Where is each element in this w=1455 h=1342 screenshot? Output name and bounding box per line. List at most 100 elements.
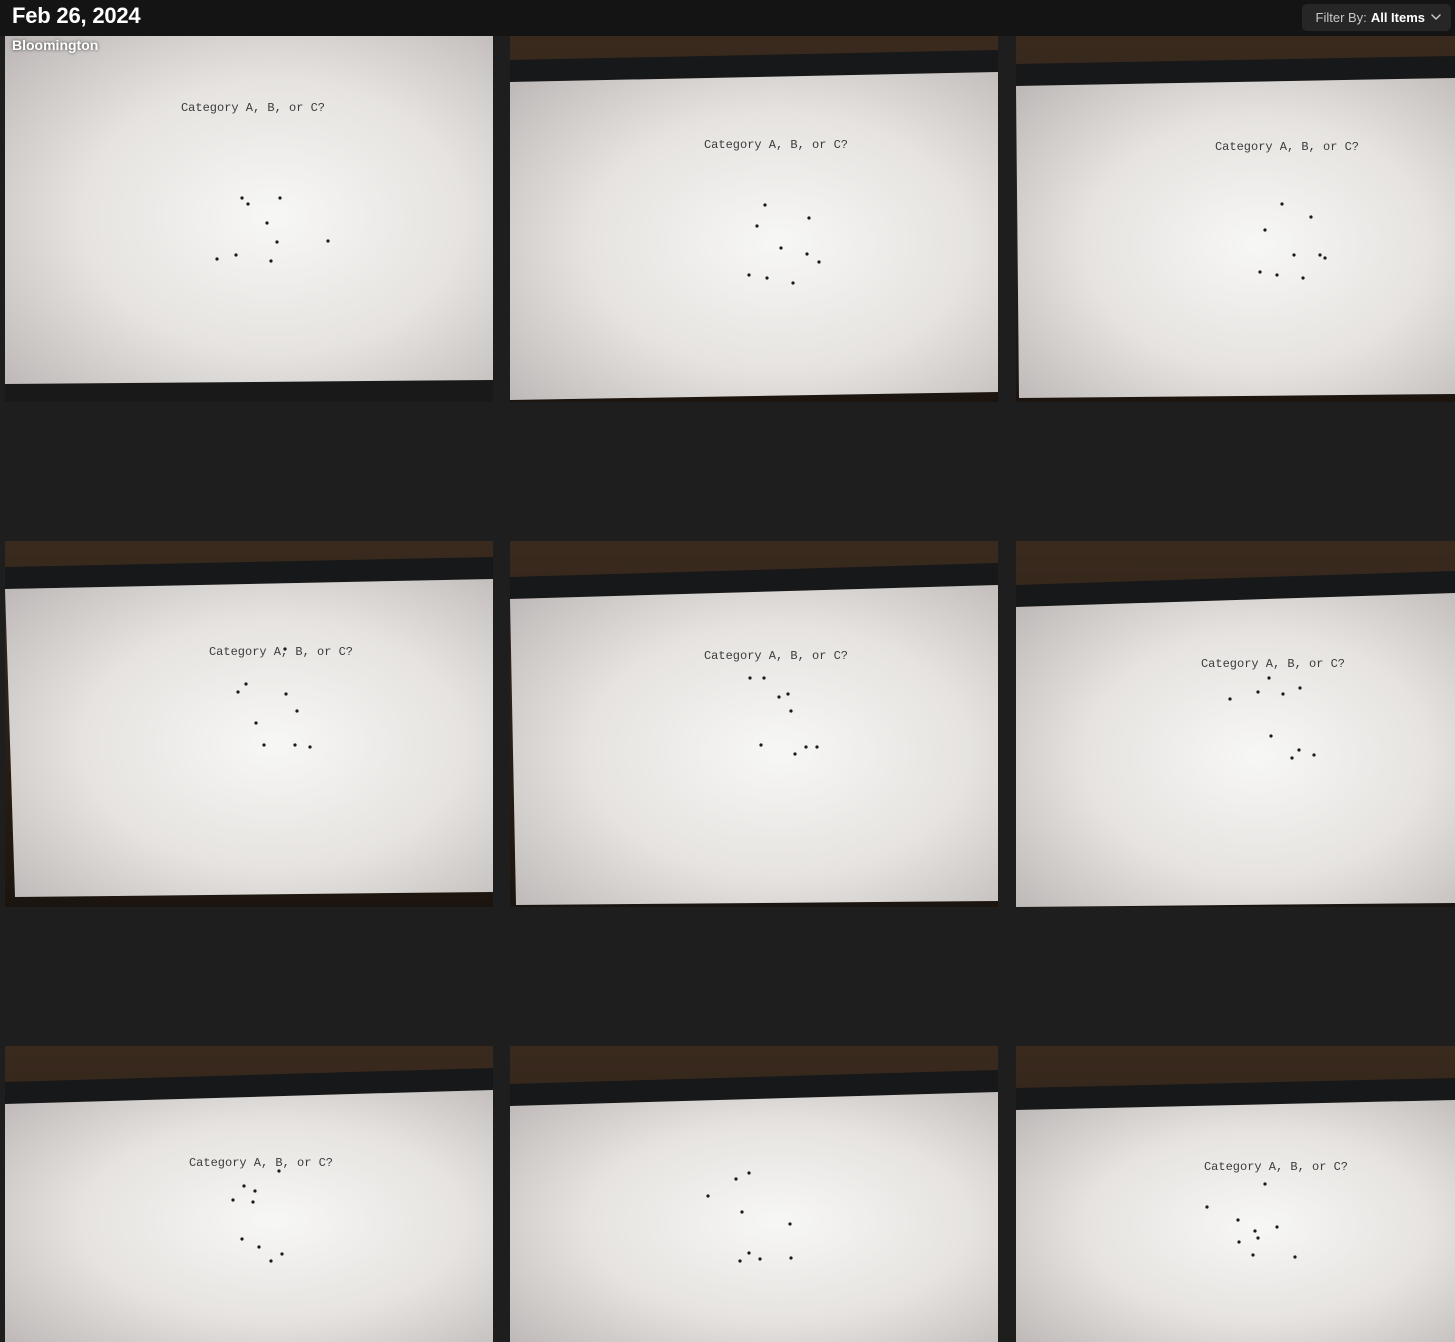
- stimulus-dot: [807, 216, 811, 220]
- stimulus-dot: [1263, 1182, 1267, 1186]
- stimulus-dot: [269, 259, 273, 263]
- stimulus-dot: [759, 743, 763, 747]
- stimulus-dot: [215, 257, 219, 261]
- stimulus-dot: [1256, 1236, 1260, 1240]
- stimulus-dot: [765, 276, 769, 280]
- stimulus-dot: [817, 260, 821, 264]
- stimulus-dot: [257, 1245, 261, 1249]
- stimulus-dot: [251, 1200, 255, 1204]
- stimulus-dot: [244, 682, 248, 686]
- screen-question-text: Category A, B, or C?: [1204, 1160, 1348, 1174]
- stimulus-dot: [308, 745, 312, 749]
- chevron-down-icon: [1431, 14, 1441, 20]
- photo-thumbnail[interactable]: [510, 1046, 998, 1342]
- stimulus-dot: [734, 1177, 738, 1181]
- date-heading: Feb 26, 2024: [12, 3, 141, 28]
- stimulus-dot: [1275, 1225, 1279, 1229]
- filter-dropdown[interactable]: Filter By: All Items: [1301, 4, 1451, 31]
- stimulus-dot: [234, 253, 238, 257]
- stimulus-dot: [1292, 253, 1296, 257]
- stimulus-dot: [1323, 256, 1327, 260]
- stimulus-dot: [242, 1184, 246, 1188]
- stimulus-dot: [1236, 1218, 1240, 1222]
- photo-thumbnail[interactable]: Category A, B, or C?: [1016, 36, 1455, 402]
- stimulus-dot: [738, 1259, 742, 1263]
- stimulus-dot: [283, 647, 287, 651]
- photo-thumbnail[interactable]: Category A, B, or C?: [510, 541, 998, 907]
- stimulus-dot: [246, 202, 250, 206]
- photo-thumbnail[interactable]: Category A, B, or C?: [5, 36, 493, 402]
- stimulus-dot: [1205, 1205, 1209, 1209]
- photo-image: Category A, B, or C?: [510, 36, 998, 402]
- screen-question-text: Category A, B, or C?: [1201, 657, 1345, 671]
- screen-question-text: Category A, B, or C?: [209, 645, 353, 659]
- filter-value: All Items: [1370, 10, 1425, 25]
- stimulus-dot: [265, 221, 269, 225]
- stimulus-dot: [763, 203, 767, 207]
- stimulus-dot: [253, 1189, 257, 1193]
- stimulus-dot: [240, 1237, 244, 1241]
- photo-thumbnail[interactable]: Category A, B, or C?: [1016, 541, 1455, 907]
- photo-thumbnail[interactable]: Category A, B, or C?: [1016, 1046, 1455, 1342]
- stimulus-dot: [1269, 734, 1273, 738]
- photo-image: Category A, B, or C?: [1016, 541, 1455, 907]
- filter-label: Filter By:: [1315, 10, 1367, 25]
- stimulus-dot: [277, 1169, 281, 1173]
- stimulus-dot: [815, 745, 819, 749]
- photo-image: Category A, B, or C?: [5, 541, 493, 907]
- monitor-screen: [510, 1092, 998, 1342]
- stimulus-dot: [1293, 1255, 1297, 1259]
- stimulus-dot: [758, 1257, 762, 1261]
- stimulus-dot: [748, 676, 752, 680]
- photo-thumbnail[interactable]: Category A, B, or C?: [510, 36, 998, 402]
- stimulus-dot: [231, 1198, 235, 1202]
- photo-image: [510, 1046, 998, 1342]
- stimulus-dot: [755, 224, 759, 228]
- stimulus-dot: [789, 709, 793, 713]
- location-label: Bloomington: [12, 37, 99, 53]
- stimulus-dot: [280, 1252, 284, 1256]
- photo-image: Category A, B, or C?: [1016, 36, 1455, 402]
- photo-thumbnail[interactable]: Category A, B, or C?: [5, 1046, 493, 1342]
- photo-image: Category A, B, or C?: [5, 36, 493, 402]
- stimulus-dot: [1267, 676, 1271, 680]
- monitor-screen: [5, 1090, 493, 1342]
- stimulus-dot: [788, 1222, 792, 1226]
- photo-image: Category A, B, or C?: [510, 541, 998, 907]
- stimulus-dot: [262, 743, 266, 747]
- screen-question-text: Category A, B, or C?: [1215, 140, 1359, 154]
- top-bar: [0, 0, 1455, 36]
- stimulus-dot: [236, 690, 240, 694]
- stimulus-dot: [293, 743, 297, 747]
- monitor-screen: [5, 579, 493, 897]
- stimulus-dot: [777, 695, 781, 699]
- stimulus-dot: [779, 246, 783, 250]
- screen-question-text: Category A, B, or C?: [704, 649, 848, 663]
- stimulus-dot: [1312, 753, 1316, 757]
- stimulus-dot: [1263, 228, 1267, 232]
- stimulus-dot: [269, 1259, 273, 1263]
- stimulus-dot: [1256, 690, 1260, 694]
- screen-question-text: Category A, B, or C?: [189, 1156, 333, 1170]
- stimulus-dot: [706, 1194, 710, 1198]
- stimulus-dot: [789, 1256, 793, 1260]
- monitor-screen: [1016, 593, 1455, 907]
- stimulus-dot: [254, 721, 258, 725]
- stimulus-dot: [278, 196, 282, 200]
- photo-thumbnail[interactable]: Category A, B, or C?: [5, 541, 493, 907]
- stimulus-dot: [1318, 253, 1322, 257]
- stimulus-dot: [1237, 1240, 1241, 1244]
- monitor-screen: [510, 72, 998, 400]
- stimulus-dot: [805, 252, 809, 256]
- monitor-screen: [5, 36, 493, 384]
- stimulus-dot: [747, 273, 751, 277]
- stimulus-dot: [804, 745, 808, 749]
- monitor-screen: [510, 585, 998, 905]
- stimulus-dot: [1275, 273, 1279, 277]
- screen-question-text: Category A, B, or C?: [181, 101, 325, 115]
- stimulus-dot: [1281, 692, 1285, 696]
- stimulus-dot: [1298, 686, 1302, 690]
- stimulus-dot: [1309, 215, 1313, 219]
- stimulus-dot: [284, 692, 288, 696]
- stimulus-dot: [1280, 202, 1284, 206]
